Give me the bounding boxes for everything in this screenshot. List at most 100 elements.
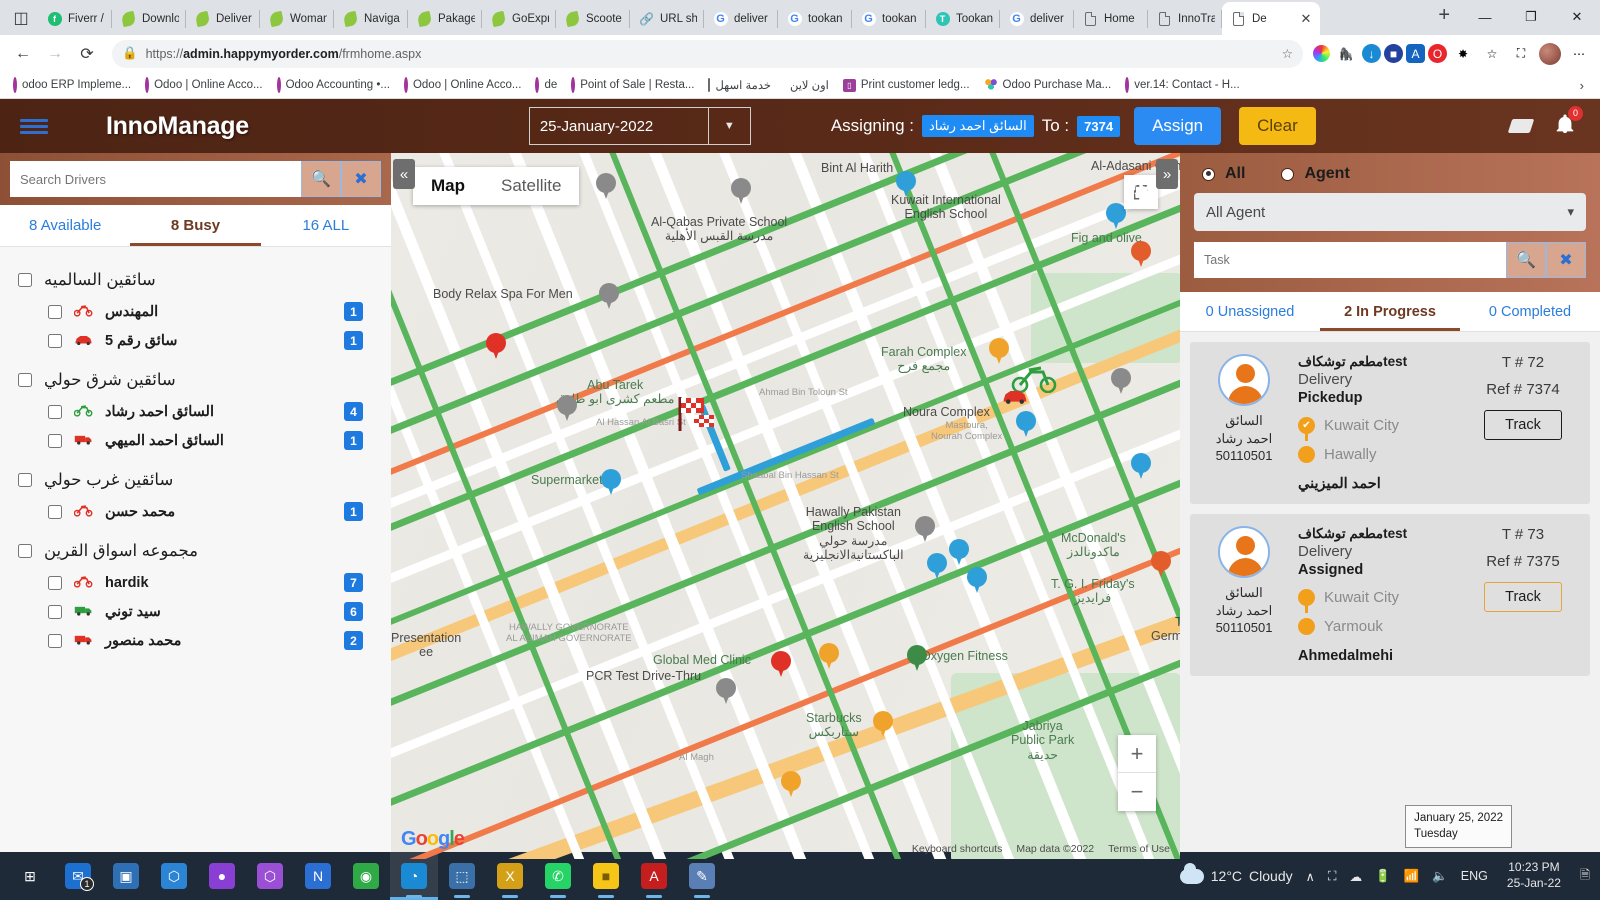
browser-tab[interactable]: InnoTra <box>1148 3 1222 35</box>
map-pin[interactable] <box>949 539 969 566</box>
clear-search-icon[interactable]: ✖ <box>341 161 381 197</box>
maximize-button[interactable]: ❐ <box>1508 0 1554 34</box>
paint-app[interactable]: ✎ <box>678 852 726 900</box>
colorpicker-extension-icon[interactable] <box>1313 45 1330 62</box>
map-type-map[interactable]: Map <box>413 167 483 205</box>
browser-tab[interactable]: Home <box>1074 3 1148 35</box>
map-pin[interactable] <box>716 678 736 705</box>
notification-center-icon[interactable]: 🗎 <box>1580 866 1590 887</box>
driver-row[interactable]: السائق احمد الميهي1 <box>0 426 391 455</box>
bookmark-item[interactable]: Point of Sale | Resta... <box>564 77 701 93</box>
track-button[interactable]: Track <box>1484 582 1562 612</box>
mail-app[interactable]: ✉1 <box>54 852 102 900</box>
new-tab-button[interactable]: + <box>1426 0 1462 35</box>
onedrive-cloud-icon[interactable]: ☁ <box>1350 869 1363 884</box>
fullscreen-icon[interactable] <box>1124 175 1158 209</box>
task-search-input[interactable] <box>1194 242 1506 278</box>
search-icon[interactable]: 🔍 <box>301 161 341 197</box>
map-pin[interactable] <box>927 553 947 580</box>
assign-button[interactable]: Assign <box>1134 107 1221 145</box>
driver-row[interactable]: سائق رقم 51 <box>0 326 391 355</box>
collapse-left-panel-button[interactable]: « <box>393 159 415 189</box>
bookmark-item[interactable]: de <box>528 77 564 93</box>
battery-icon[interactable]: 🔋 <box>1375 869 1391 884</box>
browser-tab[interactable]: Gdeliver <box>1000 3 1074 35</box>
driver-row[interactable]: سيد توني6 <box>0 597 391 626</box>
teams-app[interactable]: ▣ <box>102 852 150 900</box>
acrobat-reader-app[interactable]: A <box>630 852 678 900</box>
minimize-button[interactable]: — <box>1462 0 1508 34</box>
bookmark-item[interactable]: Odoo Purchase Ma... <box>977 75 1119 95</box>
reload-icon[interactable]: ⟳ <box>72 39 102 69</box>
collapse-right-panel-button[interactable]: » <box>1156 159 1178 189</box>
group-checkbox[interactable] <box>18 544 32 558</box>
weather-widget[interactable]: 12°C Cloudy <box>1180 868 1293 884</box>
start-button[interactable]: ⊞ <box>6 852 54 900</box>
vscode-insiders-app[interactable]: ⬡ <box>150 852 198 900</box>
taskbar-clock[interactable]: 10:23 PM 25-Jan-22 <box>1501 860 1567 891</box>
group-checkbox[interactable] <box>18 273 32 287</box>
puzzle-extension-icon[interactable]: ✸ <box>1450 41 1476 67</box>
browser-tab[interactable]: GoExpr <box>482 3 556 35</box>
destination-flag-icon[interactable] <box>676 393 718 439</box>
task-clear-icon[interactable]: ✖ <box>1546 242 1586 278</box>
radio-agent[interactable] <box>1281 168 1294 181</box>
map-pin[interactable] <box>771 651 791 678</box>
driver-group-header[interactable]: سائقين السالميه <box>0 263 391 297</box>
driver-checkbox[interactable] <box>48 576 62 590</box>
browser-tab[interactable]: Woman <box>260 3 334 35</box>
bookmark-item[interactable]: اون لاين <box>778 76 836 94</box>
map-pin[interactable] <box>1016 411 1036 438</box>
excel-app[interactable]: X <box>486 852 534 900</box>
driver-row[interactable]: السائق احمد رشاد4 <box>0 397 391 426</box>
browser-tab[interactable]: Gtookan <box>778 3 852 35</box>
close-icon[interactable]: ✕ <box>1299 11 1313 27</box>
wifi-icon[interactable]: 📶 <box>1404 869 1420 884</box>
task-status-tab[interactable]: 0 Unassigned <box>1180 292 1320 331</box>
browser-tab[interactable]: fFiverr / <box>38 3 112 35</box>
driver-checkbox[interactable] <box>48 334 62 348</box>
edge-browser[interactable]: ◔ <box>390 852 438 900</box>
favorite-star-icon[interactable]: ☆ <box>1282 46 1293 61</box>
task-status-tab[interactable]: 0 Completed <box>1460 292 1600 331</box>
driver-checkbox[interactable] <box>48 305 62 319</box>
map-pin[interactable] <box>1111 368 1131 395</box>
bookmark-item[interactable]: Odoo Accounting •... <box>270 77 397 93</box>
agent-select[interactable]: All Agent ▾ <box>1194 193 1586 231</box>
map-pin[interactable] <box>896 171 916 198</box>
zoom-in-button[interactable]: + <box>1118 735 1156 773</box>
map-pin[interactable] <box>1131 241 1151 268</box>
bookmark-item[interactable]: Odoo | Online Acco... <box>138 77 269 93</box>
map-pin[interactable] <box>557 395 577 422</box>
driver-row[interactable]: المهندس1 <box>0 297 391 326</box>
map-pin[interactable] <box>599 283 619 310</box>
driver-checkbox[interactable] <box>48 434 62 448</box>
date-picker[interactable]: 25-January-2022 ▼ <box>529 107 751 145</box>
whatsapp-app[interactable]: ✆ <box>534 852 582 900</box>
volume-icon[interactable]: 🔈 <box>1432 869 1448 884</box>
clear-button[interactable]: Clear <box>1239 107 1316 145</box>
bookmarks-overflow-icon[interactable]: › <box>1570 78 1594 93</box>
monkey-extension-icon[interactable]: 🦍 <box>1333 41 1359 67</box>
group-checkbox[interactable] <box>18 373 32 387</box>
browser-tab[interactable]: Pakage <box>408 3 482 35</box>
radio-all[interactable] <box>1202 168 1215 181</box>
driver-row[interactable]: محمد حسن1 <box>0 497 391 526</box>
map-pin[interactable] <box>731 178 751 205</box>
map-pin[interactable] <box>781 771 801 798</box>
map-pin[interactable] <box>1106 203 1126 230</box>
driver-row[interactable]: hardik7 <box>0 568 391 597</box>
browser-tab[interactable]: Gtookan <box>852 3 926 35</box>
browser-tab[interactable]: Downlo <box>112 3 186 35</box>
remote-desktop-app[interactable]: ⬚ <box>438 852 486 900</box>
bookmark-item[interactable]: odoo ERP Impleme... <box>6 77 138 93</box>
tray-chevron-icon[interactable]: ∧ <box>1306 869 1315 884</box>
chevron-down-icon[interactable]: ▼ <box>708 108 750 144</box>
green-app[interactable]: ◉ <box>342 852 390 900</box>
bluecase-extension-icon[interactable]: ■ <box>1384 44 1403 63</box>
more-menu-icon[interactable]: ⋯ <box>1566 41 1592 67</box>
driver-checkbox[interactable] <box>48 634 62 648</box>
group-checkbox[interactable] <box>18 473 32 487</box>
forward-icon[interactable]: → <box>40 39 70 69</box>
browser-tab[interactable]: Scoote <box>556 3 630 35</box>
